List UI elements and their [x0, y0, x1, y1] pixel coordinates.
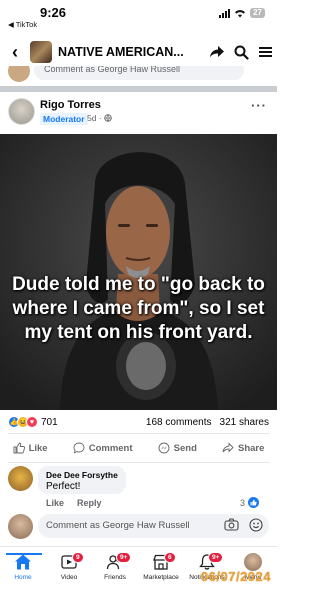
meme-caption: Dude told me to "go back to where I came…: [12, 274, 265, 343]
comment-like-count[interactable]: 3: [240, 497, 259, 508]
status-bar: 9:26 ◀ TikTok 27: [0, 0, 277, 30]
post-image[interactable]: Dude told me to "go back to where I came…: [0, 134, 277, 410]
post-timestamp: 5d ·: [87, 113, 112, 123]
comment-author[interactable]: Dee Dee Forsythe: [46, 470, 118, 480]
group-title[interactable]: NATIVE AMERICAN...: [58, 45, 205, 59]
avatar: [8, 66, 30, 82]
comment-input-placeholder: Comment as George Haw Russell: [46, 520, 190, 531]
home-icon: [15, 554, 31, 570]
comment-bubble[interactable]: Dee Dee Forsythe Perfect!: [38, 466, 126, 494]
moderator-badge: Moderator: [40, 113, 88, 125]
group-thumbnail[interactable]: [30, 41, 52, 63]
active-tab-indicator: [6, 553, 42, 555]
nav-friends[interactable]: 9+ Friends: [92, 552, 138, 581]
love-reaction-icon: ♥: [26, 416, 38, 428]
comments-count[interactable]: 168 comments: [146, 417, 212, 428]
share-arrow-icon: [222, 442, 234, 453]
commenter-avatar[interactable]: [8, 466, 33, 491]
search-icon[interactable]: [229, 45, 253, 60]
back-chevron-icon[interactable]: ‹: [4, 42, 26, 63]
man-photo: [0, 134, 277, 410]
like-reaction-icon: [248, 497, 259, 508]
like-label: Like: [28, 442, 48, 454]
nav-friends-label: Friends: [104, 574, 126, 581]
comment-like-number: 3: [239, 497, 245, 508]
reactions-bar[interactable]: 👍 😆 ♥ 701 168 comments 321 shares: [0, 414, 277, 432]
nav-home-label: Home: [14, 574, 32, 581]
my-avatar: [8, 514, 33, 539]
share-arrow-icon[interactable]: [205, 45, 229, 59]
nav-friends-badge: 9+: [116, 552, 132, 563]
nav-home[interactable]: Home: [0, 553, 46, 581]
menu-icon[interactable]: [253, 46, 277, 58]
comment-actions: Like Reply: [46, 498, 102, 508]
camera-icon[interactable]: [224, 518, 239, 531]
engagement-counts: 168 comments 321 shares: [146, 417, 269, 428]
reaction-icons: 👍 😆 ♥: [8, 416, 38, 428]
app-screen: { "status_bar": { "time": "9:26", "back_…: [0, 0, 277, 600]
shares-count[interactable]: 321 shares: [220, 417, 269, 428]
nav-marketplace-badge: 6: [164, 552, 176, 563]
signal-icon: [219, 8, 231, 18]
nav-video[interactable]: 9 Video: [46, 552, 92, 581]
post-actions: Like Comment Send Share: [0, 435, 277, 461]
comment-label: Comment: [88, 442, 133, 454]
divider: [8, 433, 269, 434]
author-avatar[interactable]: [8, 98, 35, 125]
status-time: 9:26: [40, 5, 67, 20]
nav-marketplace-label: Marketplace: [143, 574, 179, 581]
divider: [8, 462, 269, 463]
previous-comment-row: Comment as George Haw Russell: [0, 66, 277, 82]
comment-like-button[interactable]: Like: [46, 498, 64, 508]
back-to-app-link[interactable]: ◀ TikTok: [8, 20, 37, 29]
share-button[interactable]: Share: [222, 442, 264, 454]
comment-input[interactable]: Comment as George Haw Russell: [38, 514, 269, 538]
comment-button[interactable]: Comment: [73, 442, 133, 454]
messenger-icon: [158, 442, 170, 454]
emoji-icon[interactable]: [249, 518, 263, 532]
send-button[interactable]: Send: [158, 442, 197, 454]
comment-reply-button[interactable]: Reply: [77, 498, 102, 508]
send-label: Send: [173, 442, 197, 454]
reaction-count[interactable]: 701: [41, 417, 58, 428]
share-label: Share: [238, 442, 265, 454]
nav-video-badge: 9: [72, 552, 84, 563]
nav-video-label: Video: [60, 574, 78, 581]
status-icons: 27: [219, 8, 265, 18]
like-button[interactable]: Like: [13, 442, 48, 454]
nav-marketplace[interactable]: 6 Marketplace: [138, 552, 184, 581]
post-time-text: 5d ·: [87, 113, 102, 123]
author-name[interactable]: Rigo Torres: [40, 99, 101, 111]
wifi-icon: [235, 9, 246, 17]
comment-text: Perfect!: [46, 481, 81, 492]
thumbs-up-icon: [13, 442, 25, 454]
comment-input-icons: [224, 518, 263, 532]
comment-bubble-icon: [73, 442, 85, 454]
feed-divider: [0, 86, 277, 92]
nav-notifications-badge: 9+: [208, 552, 224, 563]
previous-comment-input[interactable]: Comment as George Haw Russell: [34, 66, 244, 80]
photo-datestamp: 06/07/2024: [200, 569, 271, 584]
battery-icon: 27: [250, 8, 265, 18]
globe-icon: [104, 114, 112, 122]
group-header: ‹ NATIVE AMERICAN...: [0, 36, 277, 68]
post-header: Rigo Torres Moderator 5d · ···: [0, 96, 277, 134]
more-options-icon[interactable]: ···: [251, 98, 267, 113]
